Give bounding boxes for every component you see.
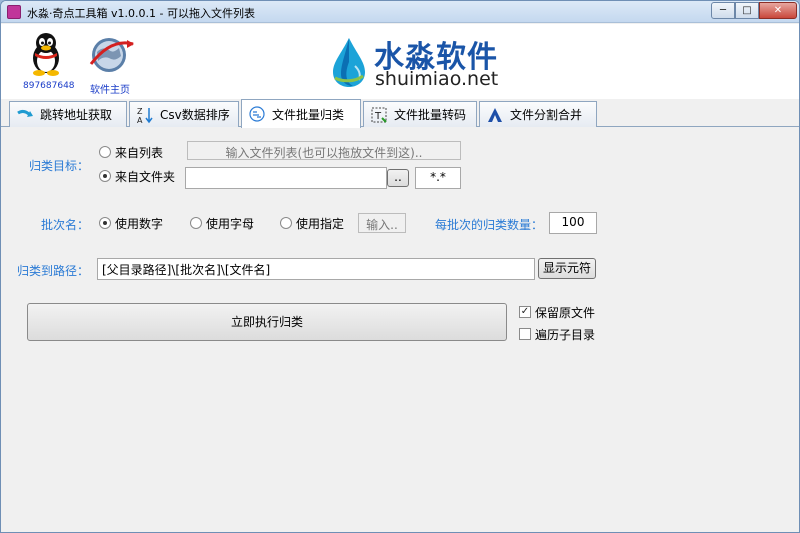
- tab-file-transcode[interactable]: T 文件批量转码: [363, 101, 477, 127]
- software-home-link[interactable]: 软件主页: [90, 81, 130, 96]
- qq-penguin-icon[interactable]: [29, 32, 63, 76]
- title-bar[interactable]: 水淼·奇点工具箱 v1.0.0.1 - 可以拖入文件列表 ─ □ ✕: [1, 1, 799, 23]
- target-path-input[interactable]: [父目录路径]\[批次名]\[文件名]: [97, 258, 535, 280]
- tab-label: 文件批量转码: [394, 108, 467, 122]
- batch-name-label: 批次名：: [41, 218, 90, 232]
- header-banner: 897687648 软件主页 水淼软件 shuimiao.net: [1, 24, 799, 99]
- tab-csv-sort[interactable]: ZA Csv数据排序: [129, 101, 239, 127]
- use-custom-label[interactable]: 使用指定: [296, 215, 344, 232]
- use-number-radio[interactable]: [99, 217, 111, 229]
- tab-file-split-merge[interactable]: 文件分割合并: [479, 101, 597, 127]
- maximize-icon[interactable]: □: [735, 2, 759, 19]
- custom-batch-input[interactable]: 输入..: [358, 213, 406, 233]
- tab-label: 跳转地址获取: [40, 108, 113, 122]
- folder-path-input[interactable]: [185, 167, 387, 189]
- sort-az-icon: ZA: [136, 106, 154, 124]
- from-folder-label[interactable]: 来自文件夹: [115, 168, 175, 185]
- split-merge-icon: [486, 106, 504, 124]
- use-letter-label[interactable]: 使用字母: [206, 215, 254, 232]
- target-label: 归类目标：: [29, 159, 90, 173]
- svg-text:T: T: [374, 111, 382, 122]
- recurse-subdir-label[interactable]: 遍历子目录: [535, 326, 595, 343]
- file-list-input[interactable]: 输入文件列表(也可以拖放文件到这)..: [187, 141, 461, 160]
- tab-redirect-fetch[interactable]: 跳转地址获取: [9, 101, 127, 127]
- use-letter-radio[interactable]: [190, 217, 202, 229]
- classify-icon: [248, 105, 266, 123]
- tab-label: Csv数据排序: [160, 108, 230, 122]
- target-path-label: 归类到路径：: [17, 264, 90, 278]
- svg-text:A: A: [137, 116, 143, 124]
- use-number-label[interactable]: 使用数字: [115, 215, 163, 232]
- recurse-subdir-checkbox[interactable]: [519, 328, 531, 340]
- qq-number-link[interactable]: 897687648: [23, 81, 75, 91]
- from-list-radio[interactable]: [99, 146, 111, 158]
- svg-text:Z: Z: [137, 107, 143, 116]
- brand-url: shuimiao.net: [375, 68, 499, 90]
- tab-label: 文件批量归类: [272, 107, 345, 122]
- app-window: 水淼·奇点工具箱 v1.0.0.1 - 可以拖入文件列表 ─ □ ✕ 89768…: [0, 0, 800, 533]
- tab-bar: 跳转地址获取 ZA Csv数据排序 文件批量归类 T 文件批量转码 文件分割合并: [1, 99, 799, 128]
- keep-original-label[interactable]: 保留原文件: [535, 304, 595, 321]
- browse-folder-button[interactable]: ..: [387, 169, 409, 187]
- close-icon[interactable]: ✕: [759, 2, 797, 19]
- transcode-icon: T: [370, 106, 388, 124]
- from-folder-radio[interactable]: [99, 170, 111, 182]
- water-drop-logo: [333, 38, 365, 87]
- use-custom-radio[interactable]: [280, 217, 292, 229]
- batch-count-input[interactable]: 100: [549, 212, 597, 234]
- tab-label: 文件分割合并: [510, 108, 583, 122]
- batch-count-label: 每批次的归类数量：: [435, 218, 544, 232]
- tab-file-classify[interactable]: 文件批量归类: [241, 99, 361, 128]
- app-icon: [7, 5, 21, 19]
- execute-classify-button[interactable]: 立即执行归类: [27, 303, 507, 341]
- redirect-arrow-icon: [16, 106, 34, 124]
- globe-home-icon[interactable]: [87, 34, 135, 76]
- from-list-label[interactable]: 来自列表: [115, 144, 163, 161]
- show-tokens-button[interactable]: 显示元符: [538, 258, 596, 279]
- window-title: 水淼·奇点工具箱 v1.0.0.1 - 可以拖入文件列表: [27, 7, 255, 20]
- classify-panel: 归类目标： 来自列表 输入文件列表(也可以拖放文件到这).. 来自文件夹 .. …: [1, 127, 799, 532]
- keep-original-checkbox[interactable]: ✓: [519, 306, 531, 318]
- client-area: 897687648 软件主页 水淼软件 shuimiao.net 跳转地址获取 …: [1, 24, 799, 532]
- file-pattern-input[interactable]: *.*: [415, 167, 461, 189]
- minimize-icon[interactable]: ─: [711, 2, 735, 19]
